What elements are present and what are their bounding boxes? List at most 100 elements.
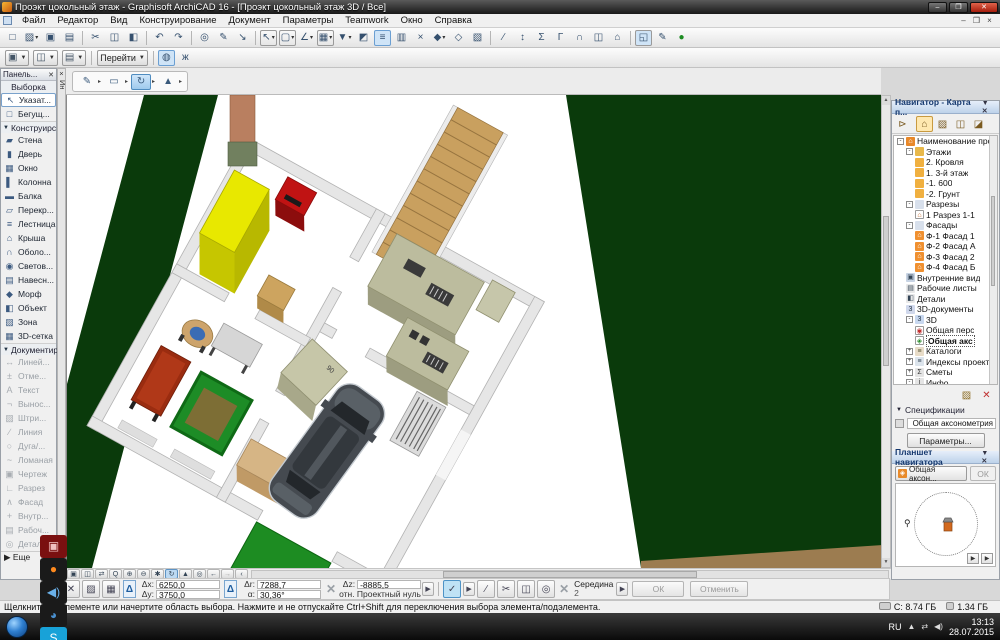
toolbox-item-внутр[interactable]: +Внутр... [1,509,56,523]
tree-expander-icon[interactable]: - [906,222,913,229]
toolbox-item-навесн[interactable]: ▤Навесн... [1,273,56,287]
tree-item-детали[interactable]: ◧Детали [894,294,997,305]
new-document-icon[interactable]: □ [4,30,21,46]
tracker-expand-button[interactable]: ▶ [422,582,434,596]
tree-item-1600[interactable]: -1. 600 [894,178,997,189]
publisher-button[interactable]: ◪ [970,116,987,132]
tree-item-3d[interactable]: -33D [894,315,997,326]
angle-input[interactable]: 30,36° [257,590,321,599]
tree-expander-icon[interactable]: - [906,201,913,208]
tree-expander-icon[interactable]: - [906,148,913,155]
tree-item-13йэтаж[interactable]: 1. 3-й этаж [894,168,997,179]
groups-suspend-icon[interactable]: ◩ [355,30,372,46]
menu-item-вид[interactable]: Вид [104,15,133,26]
toolbox-item-колонна[interactable]: ▌Колонна [1,175,56,189]
menu-item-конструирование[interactable]: Конструирование [133,15,222,26]
go-to-dropdown[interactable]: Перейти ▼ [97,50,148,66]
toolbox-item-отме[interactable]: ±Отме... [1,369,56,383]
tree-item-инфо[interactable]: -iИнфо [894,378,997,386]
navigator-header[interactable]: Навигатор - Карта п... ▼ ✕ [892,101,999,114]
infobox-collapsed-tab[interactable]: × Ин [57,68,66,580]
tablet-view-button[interactable]: ◈ Общая аксон... [895,466,967,481]
mdi-close-button[interactable]: × [983,16,996,25]
toolbox-item-ломаная[interactable]: ~Ломаная [1,453,56,467]
toolbox-item-вынос[interactable]: ¬Вынос... [1,397,56,411]
close-group-icon[interactable]: × [412,30,429,46]
tree-expander-icon[interactable]: + [906,358,913,365]
tree-item-ф2фасада[interactable]: ⌂Ф-2 Фасад А [894,241,997,252]
marquee-edit-icon[interactable]: ◱ [635,30,652,46]
language-indicator[interactable]: RU [889,622,902,632]
tree-item-3dдокументы[interactable]: 33D-документы [894,304,997,315]
tree-expander-icon[interactable]: - [906,379,913,385]
arrow-tool-icon[interactable]: ↖▾ [260,30,277,46]
scroll-thumb[interactable] [883,216,889,366]
navigator-preview[interactable]: ⚲ ▶ ▶ [895,483,996,567]
clock[interactable]: 13:13 28.07.2015 [949,617,994,637]
toolbox-item-бегущ[interactable]: □Бегущ... [1,107,56,121]
tree-item-рабочиелисты[interactable]: ▤Рабочие листы [894,283,997,294]
undo-icon[interactable]: ↶ [151,30,168,46]
copy-icon[interactable]: ◫ [106,30,123,46]
check-mark-icon[interactable]: ● [673,30,690,46]
split-icon[interactable]: ∕ [495,30,512,46]
toolbox-item-текст[interactable]: AТекст [1,383,56,397]
gravity-icon[interactable]: ▼▾ [336,30,353,46]
marquee-tool-icon[interactable]: ▢▾ [279,30,296,46]
print-icon[interactable]: ▤ [61,30,78,46]
tree-item-индексыпроект[interactable]: +≡Индексы проект [894,357,997,368]
tree-item-общаяакс[interactable]: ◈Общая акс [894,336,997,347]
open-project-icon[interactable]: ▨▾ [23,30,40,46]
taskbar-app-volume-app[interactable]: ◀) [40,581,67,604]
toolbox-item-линия[interactable]: ∕Линия [1,425,56,439]
toolbox-document-header[interactable]: ▼ Документир [1,343,56,355]
redo-icon[interactable]: ↷ [170,30,187,46]
toolbox-item-лестница[interactable]: ≡Лестница [1,217,56,231]
multiply-button[interactable]: ◫ [517,580,535,598]
snap-expand-button[interactable]: ▶ [616,582,628,596]
collapse-icon[interactable]: ▼ [981,450,988,457]
navigator-tablet-header[interactable]: Планшет навигатора ▼ ✕ [892,451,999,464]
new-folder-button[interactable]: ▨ [958,387,975,403]
tree-item-сметы[interactable]: +ΣСметы [894,367,997,378]
tree-item-ф4фасадб[interactable]: ⌂Ф-4 Фасад Б [894,262,997,273]
toolbox-item-фасад[interactable]: ∧Фасад [1,495,56,509]
minimize-button[interactable]: – [928,2,947,13]
scroll-down-icon[interactable]: ▼ [882,558,890,567]
close-icon[interactable]: × [58,69,65,78]
spec-eye-icon[interactable] [895,419,904,428]
orbit-mode-button[interactable]: ↻ [131,74,151,90]
taskbar-app-thunderbird[interactable]: ◕ [40,604,67,627]
tree-item-фасады[interactable]: -Фасады [894,220,997,231]
collapse-icon[interactable]: ▼ [982,100,989,107]
menu-item-справка[interactable]: Справка [429,15,478,26]
adjust-icon[interactable]: ↕ [514,30,531,46]
dy-input[interactable]: 3750,0 [156,590,220,599]
toolbox-item-объект[interactable]: ◧Объект [1,301,56,315]
next-view-button[interactable]: ▶ [981,553,993,564]
menu-item-файл[interactable]: Файл [16,15,51,26]
toolbox-item-светов[interactable]: ◉Светов... [1,259,56,273]
find-and-select-icon[interactable]: ◎ [196,30,213,46]
magic-wand-button[interactable]: ◎ [537,580,555,598]
mdi-restore-button[interactable]: ❒ [970,16,983,25]
menu-item-редактор[interactable]: Редактор [51,15,104,26]
toolbox-item-дверь[interactable]: ▮Дверь [1,147,56,161]
taskbar-app-firefox[interactable]: ● [40,558,67,581]
offset-button[interactable]: ✂ [497,580,515,598]
grid-snap-icon[interactable]: ▦▾ [317,30,334,46]
guide-lines-icon[interactable]: ∠▾ [298,30,315,46]
pick-up-parameters-icon[interactable]: ✎ [215,30,232,46]
eraser-icon[interactable]: ◇ [450,30,467,46]
toolbox-construct-header[interactable]: ▼ Конструирс [1,121,56,133]
3d-visualization-button[interactable]: ◍ [158,50,175,66]
prev-view-button[interactable]: ▶ [967,553,979,564]
specifications-header[interactable]: ▼ Спецификации [892,404,999,416]
toolbox-item-чертеж[interactable]: ▣Чертеж [1,467,56,481]
toolbox-item-морф[interactable]: ◆Морф [1,287,56,301]
toolbox-header[interactable]: Панель... ✕ [1,69,56,81]
close-icon[interactable]: ✕ [981,458,987,465]
toolbox-item-перекр[interactable]: ▱Перекр... [1,203,56,217]
close-icon[interactable]: ✕ [48,71,54,79]
menu-item-документ[interactable]: Документ [222,15,276,26]
